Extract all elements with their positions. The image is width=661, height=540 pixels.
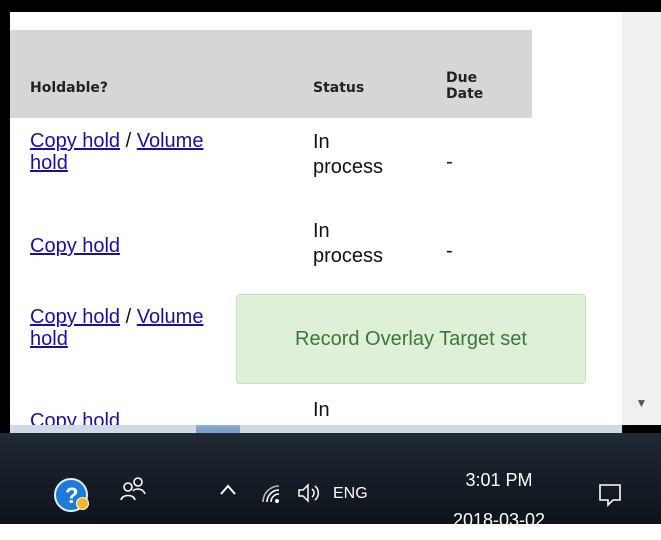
volume-hold-link-cont[interactable]: hold bbox=[30, 328, 68, 350]
copy-hold-link[interactable]: Copy hold bbox=[30, 410, 120, 425]
due-date-cell: - bbox=[446, 240, 453, 262]
help-icon[interactable]: ? bbox=[54, 478, 89, 512]
chevron-up-icon[interactable] bbox=[218, 480, 238, 500]
status-line2: process bbox=[313, 156, 384, 178]
clock-time: 3:01 PM bbox=[465, 470, 533, 490]
holdable-cell: Copy hold bbox=[30, 235, 280, 257]
help-badge bbox=[76, 497, 89, 510]
copy-hold-link[interactable]: Copy hold bbox=[30, 306, 120, 328]
header-due-line2: Date bbox=[446, 86, 484, 102]
status-cell: In process bbox=[313, 219, 423, 269]
copy-hold-link[interactable]: Copy hold bbox=[30, 130, 120, 152]
toast-notification[interactable]: Record Overlay Target set bbox=[236, 294, 586, 384]
status-line1: In bbox=[313, 399, 330, 421]
due-date-cell: - bbox=[446, 151, 453, 173]
status-line1: In bbox=[313, 131, 330, 153]
header-due-date: Due Date bbox=[446, 70, 496, 102]
holdable-cell: Copy hold / Volume hold bbox=[30, 130, 280, 174]
header-status: Status bbox=[313, 80, 365, 96]
toast-message: Record Overlay Target set bbox=[295, 327, 527, 350]
header-due-line1: Due bbox=[446, 70, 478, 86]
browser-viewport: Holdable? Status Due Date Copy hold / Vo… bbox=[10, 12, 622, 425]
table-header: Holdable? Status Due Date bbox=[10, 30, 532, 118]
volume-hold-link-cont[interactable]: hold bbox=[30, 152, 68, 174]
status-line2: process bbox=[313, 245, 384, 267]
network-icon[interactable] bbox=[260, 484, 284, 504]
link-separator: / bbox=[120, 306, 137, 328]
volume-icon[interactable] bbox=[296, 481, 322, 505]
clock-date: 2018-03-02 bbox=[452, 510, 546, 530]
status-line1: In bbox=[313, 220, 330, 242]
clock[interactable]: 3:01 PM 2018-03-02 bbox=[436, 460, 562, 540]
notification-icon[interactable] bbox=[596, 481, 624, 509]
windows-taskbar: ? ENG 3:01 PM 2018-03-02 bbox=[0, 433, 661, 530]
header-holdable: Holdable? bbox=[30, 80, 109, 96]
language-indicator[interactable]: ENG bbox=[333, 485, 368, 503]
vertical-scrollbar[interactable]: ▼ bbox=[622, 12, 661, 425]
link-separator: / bbox=[120, 130, 137, 152]
holdable-cell: Copy hold bbox=[30, 410, 280, 425]
people-icon[interactable] bbox=[118, 473, 148, 503]
status-cell: In bbox=[313, 398, 423, 423]
volume-hold-link[interactable]: Volume bbox=[137, 130, 204, 152]
copy-hold-link[interactable]: Copy hold bbox=[30, 235, 120, 257]
scroll-down-arrow-icon[interactable]: ▼ bbox=[622, 393, 661, 413]
volume-hold-link[interactable]: Volume bbox=[137, 306, 204, 328]
status-cell: In process bbox=[313, 130, 423, 180]
